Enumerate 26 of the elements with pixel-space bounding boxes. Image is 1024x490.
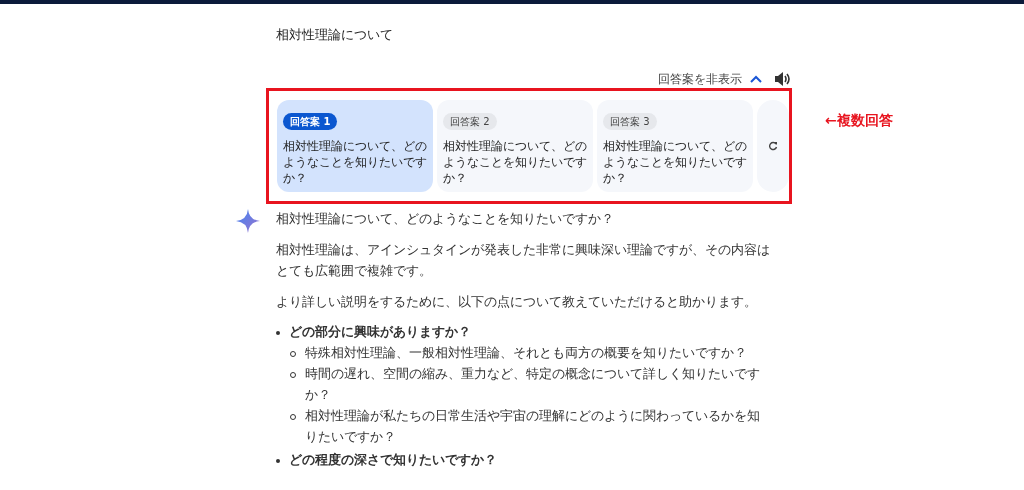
draft-text: 相対性理論について、どのようなことを知りたいですか？ xyxy=(443,138,587,186)
draft-label: 回答案 3 xyxy=(603,113,657,130)
list-heading: どの部分に興味がありますか？ xyxy=(289,323,471,341)
bullet-icon xyxy=(276,331,280,335)
refresh-icon xyxy=(768,141,778,151)
list-item: 時間の遅れ、空間の縮み、重力など、特定の概念について詳しく知りたいですか？ xyxy=(305,365,761,404)
bullet-icon xyxy=(276,459,280,463)
draft-text: 相対性理論について、どのようなことを知りたいですか？ xyxy=(603,138,747,186)
list-item: 相対性理論が私たちの日常生活や宇宙の理解にどのように関わっているかを知りたいですか？ xyxy=(305,407,761,446)
draft-card[interactable]: 回答案 3 相対性理論について、どのようなことを知りたいですか？ xyxy=(597,100,753,192)
sparkle-icon xyxy=(236,209,260,233)
response-paragraph: 相対性理論について、どのようなことを知りたいですか？ xyxy=(276,210,615,228)
list-heading: どの程度の深さで知りたいですか？ xyxy=(289,451,497,469)
response-paragraph: 相対性理論は、アインシュタインが発表した非常に興味深い理論ですが、その内容はとても広範囲で複雑です。 xyxy=(276,241,770,280)
chevron-up-icon xyxy=(750,75,762,84)
draft-card[interactable]: 回答案 2 相対性理論について、どのようなことを知りたいですか？ xyxy=(437,100,593,192)
draft-text: 相対性理論について、どのようなことを知りたいですか？ xyxy=(283,138,427,186)
user-prompt: 相対性理論について xyxy=(276,26,394,44)
hide-drafts-button[interactable]: 回答案を非表示 xyxy=(658,70,762,88)
list-item: 特殊相対性理論、一般相対性理論、それとも両方の概要を知りたいですか？ xyxy=(305,344,748,362)
speaker-icon[interactable] xyxy=(774,72,790,87)
draft-label: 回答案 1 xyxy=(283,113,338,130)
response-paragraph: より詳しい説明をするために、以下の点について教えていただけると助かります。 xyxy=(276,293,758,311)
annotation-label: ←複数回答 xyxy=(825,111,893,130)
draft-card[interactable]: 回答案 1 相対性理論について、どのようなことを知りたいですか？ xyxy=(277,100,433,192)
draft-label: 回答案 2 xyxy=(443,113,497,130)
